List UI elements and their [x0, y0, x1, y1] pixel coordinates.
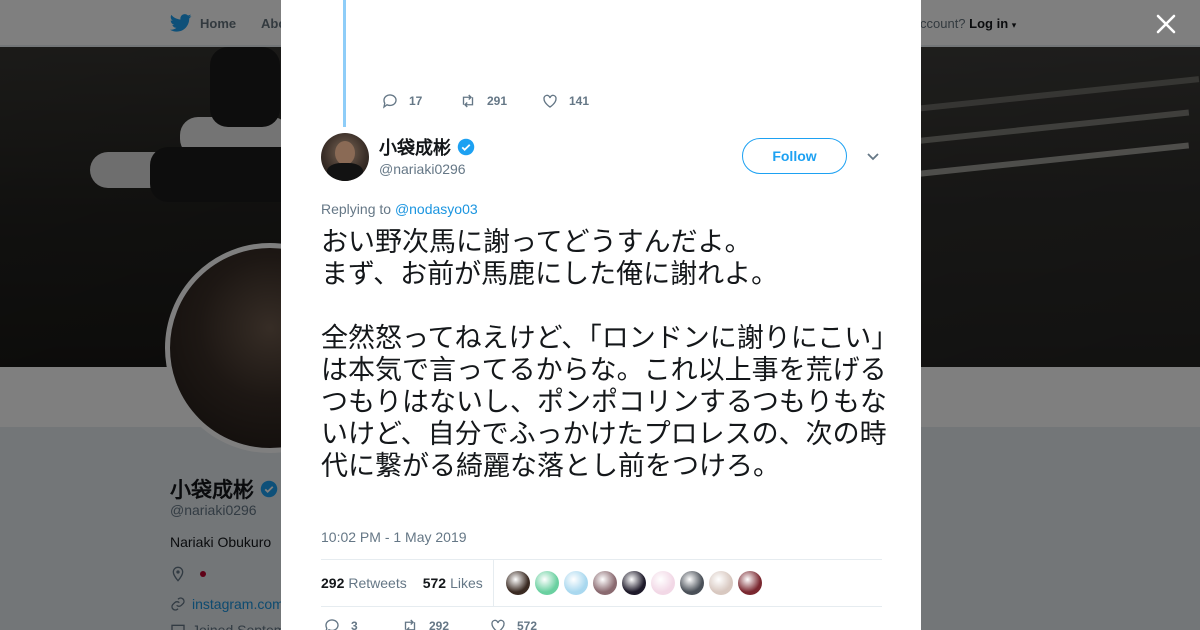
- tweet-modal: 17 291 141 小袋成彬 @nariaki0296 Follow Repl…: [281, 0, 921, 630]
- reply-icon: [382, 94, 397, 109]
- likes-stat-count: 572: [422, 575, 447, 591]
- replying-prefix: Replying to: [321, 201, 392, 217]
- stats-divider: [492, 560, 494, 606]
- like-button[interactable]: 141: [541, 92, 589, 110]
- retweet-button[interactable]: 291: [459, 92, 541, 110]
- like-count: 572: [517, 619, 538, 630]
- close-icon[interactable]: [1152, 10, 1180, 38]
- retweets-stat[interactable]: 292 Retweets: [321, 575, 407, 591]
- likes-stat-label: Likes: [450, 575, 483, 591]
- liker-avatar[interactable]: [505, 571, 530, 595]
- tweet-timestamp[interactable]: 10:02 PM - 1 May 2019: [321, 529, 467, 545]
- follow-button[interactable]: Follow: [742, 138, 847, 174]
- likers-avatars: [505, 571, 762, 595]
- liker-avatar[interactable]: [737, 571, 762, 595]
- tweet-text: おい野次馬に謝ってどうすんだよ。 まず、お前が馬鹿にした俺に謝れよ。 全然怒って…: [321, 227, 887, 481]
- replying-to: Replying to @nodasyo03: [321, 201, 478, 217]
- liker-avatar[interactable]: [650, 571, 675, 595]
- retweet-icon: [462, 94, 474, 108]
- retweet-icon: [404, 619, 416, 630]
- liker-avatar[interactable]: [621, 571, 646, 595]
- like-button[interactable]: 572: [489, 617, 537, 630]
- retweet-button[interactable]: 292: [401, 617, 489, 630]
- liker-avatar[interactable]: [592, 571, 617, 595]
- author-handle[interactable]: @nariaki0296: [379, 161, 466, 177]
- author-name[interactable]: 小袋成彬: [379, 134, 475, 160]
- liker-avatar[interactable]: [563, 571, 588, 595]
- heart-icon: [491, 619, 505, 630]
- like-count: 141: [569, 94, 590, 108]
- liker-avatar[interactable]: [534, 571, 559, 595]
- retweets-stat-count: 292: [321, 575, 345, 591]
- previous-tweet-actions: 17 291 141: [381, 92, 589, 110]
- reply-button[interactable]: 17: [381, 92, 459, 110]
- likes-stat[interactable]: 572 Likes: [423, 575, 483, 591]
- reply-count: 3: [351, 619, 358, 630]
- retweet-count: 292: [429, 619, 450, 630]
- thread-connector-line: [343, 0, 346, 127]
- reply-button[interactable]: 3: [323, 617, 401, 630]
- heart-icon: [543, 94, 557, 108]
- retweet-count: 291: [487, 94, 508, 108]
- author-name-text: 小袋成彬: [379, 138, 451, 158]
- author-avatar[interactable]: [321, 133, 369, 181]
- reply-count: 17: [409, 94, 423, 108]
- liker-avatar[interactable]: [708, 571, 733, 595]
- tweet-stats: 292 Retweets 572 Likes: [321, 559, 882, 607]
- liker-avatar[interactable]: [679, 571, 704, 595]
- verified-badge-icon: [457, 138, 475, 156]
- retweets-stat-label: Retweets: [348, 575, 407, 591]
- replying-to-link[interactable]: @nodasyo03: [395, 201, 478, 217]
- reply-icon: [325, 619, 339, 630]
- chevron-down-icon[interactable]: [865, 148, 881, 164]
- tweet-actions: 3 292 572: [323, 617, 537, 630]
